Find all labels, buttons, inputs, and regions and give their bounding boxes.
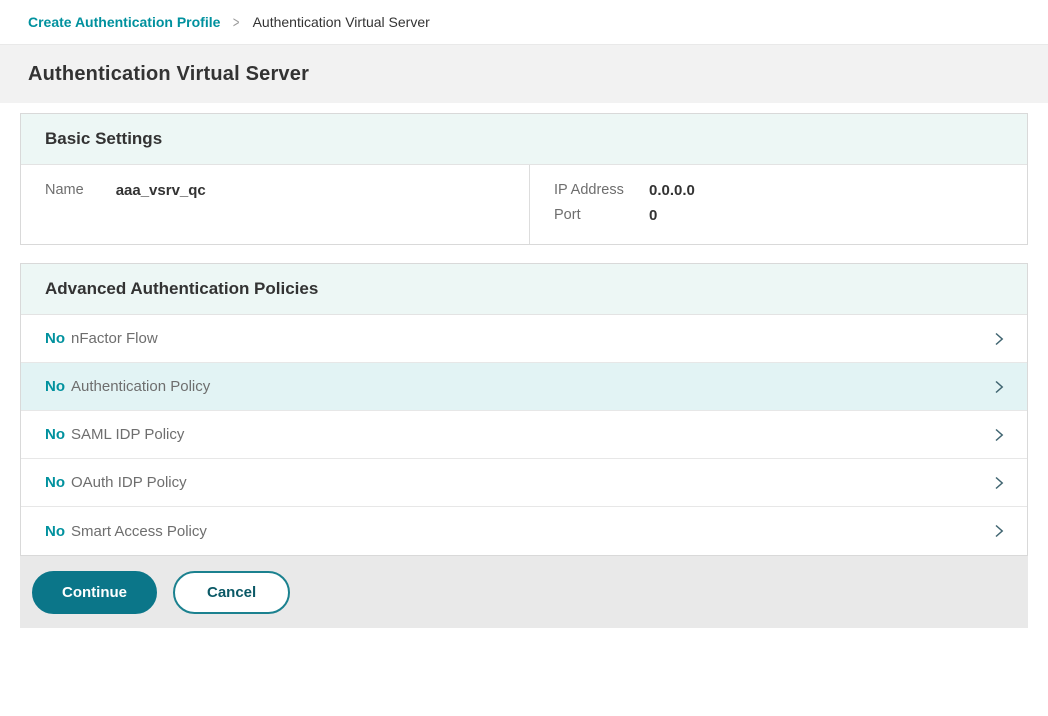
policy-none-prefix: No xyxy=(45,378,65,395)
policy-row[interactable]: No Authentication Policy xyxy=(21,363,1027,411)
port-value: 0 xyxy=(649,207,657,224)
chevron-right-icon[interactable] xyxy=(991,426,1007,444)
page-title-bar: Authentication Virtual Server xyxy=(0,45,1048,103)
policy-label: SAML IDP Policy xyxy=(71,426,184,443)
chevron-right-icon[interactable] xyxy=(991,522,1007,540)
basic-settings-name-column: Name aaa_vsrv_qc xyxy=(21,165,530,244)
policy-list: No nFactor Flow No Authentication Policy No S… xyxy=(21,315,1027,555)
policy-row[interactable]: No nFactor Flow xyxy=(21,315,1027,363)
breadcrumb: Create Authentication Profile > Authenti… xyxy=(0,0,1048,45)
name-field-row: Name aaa_vsrv_qc xyxy=(45,182,505,199)
policy-row[interactable]: No Smart Access Policy xyxy=(21,507,1027,555)
chevron-right-icon[interactable] xyxy=(991,330,1007,348)
port-field-row: Port 0 xyxy=(554,207,1003,224)
ip-address-value: 0.0.0.0 xyxy=(649,182,695,199)
ip-address-field-row: IP Address 0.0.0.0 xyxy=(554,182,1003,199)
breadcrumb-current: Authentication Virtual Server xyxy=(253,14,430,30)
main-content: Basic Settings Name aaa_vsrv_qc IP Addre… xyxy=(0,103,1048,556)
port-label: Port xyxy=(554,207,649,224)
advanced-policies-header: Advanced Authentication Policies xyxy=(21,264,1027,315)
policy-label: nFactor Flow xyxy=(71,330,158,347)
policy-row[interactable]: No OAuth IDP Policy xyxy=(21,459,1027,507)
policy-none-prefix: No xyxy=(45,474,65,491)
policy-row[interactable]: No SAML IDP Policy xyxy=(21,411,1027,459)
basic-settings-address-column: IP Address 0.0.0.0 Port 0 xyxy=(530,165,1027,244)
ip-address-label: IP Address xyxy=(554,182,649,199)
page-title: Authentication Virtual Server xyxy=(28,63,309,86)
chevron-right-icon[interactable] xyxy=(991,378,1007,396)
breadcrumb-separator-icon: > xyxy=(233,13,240,31)
policy-none-prefix: No xyxy=(45,330,65,347)
name-label: Name xyxy=(45,182,84,199)
basic-settings-body: Name aaa_vsrv_qc IP Address 0.0.0.0 Port… xyxy=(21,165,1027,244)
policy-none-prefix: No xyxy=(45,523,65,540)
policy-label: Smart Access Policy xyxy=(71,523,207,540)
policy-none-prefix: No xyxy=(45,426,65,443)
breadcrumb-link-create-authentication-profile[interactable]: Create Authentication Profile xyxy=(28,14,220,30)
chevron-right-icon[interactable] xyxy=(991,474,1007,492)
policy-label: OAuth IDP Policy xyxy=(71,474,187,491)
cancel-button[interactable]: Cancel xyxy=(173,571,290,614)
continue-button[interactable]: Continue xyxy=(32,571,157,614)
basic-settings-panel: Basic Settings Name aaa_vsrv_qc IP Addre… xyxy=(20,113,1028,245)
basic-settings-header: Basic Settings xyxy=(21,114,1027,165)
footer-action-bar: Continue Cancel xyxy=(20,556,1028,628)
name-value: aaa_vsrv_qc xyxy=(116,182,206,199)
advanced-policies-panel: Advanced Authentication Policies NonFact… xyxy=(20,263,1028,556)
policy-label: Authentication Policy xyxy=(71,378,210,395)
